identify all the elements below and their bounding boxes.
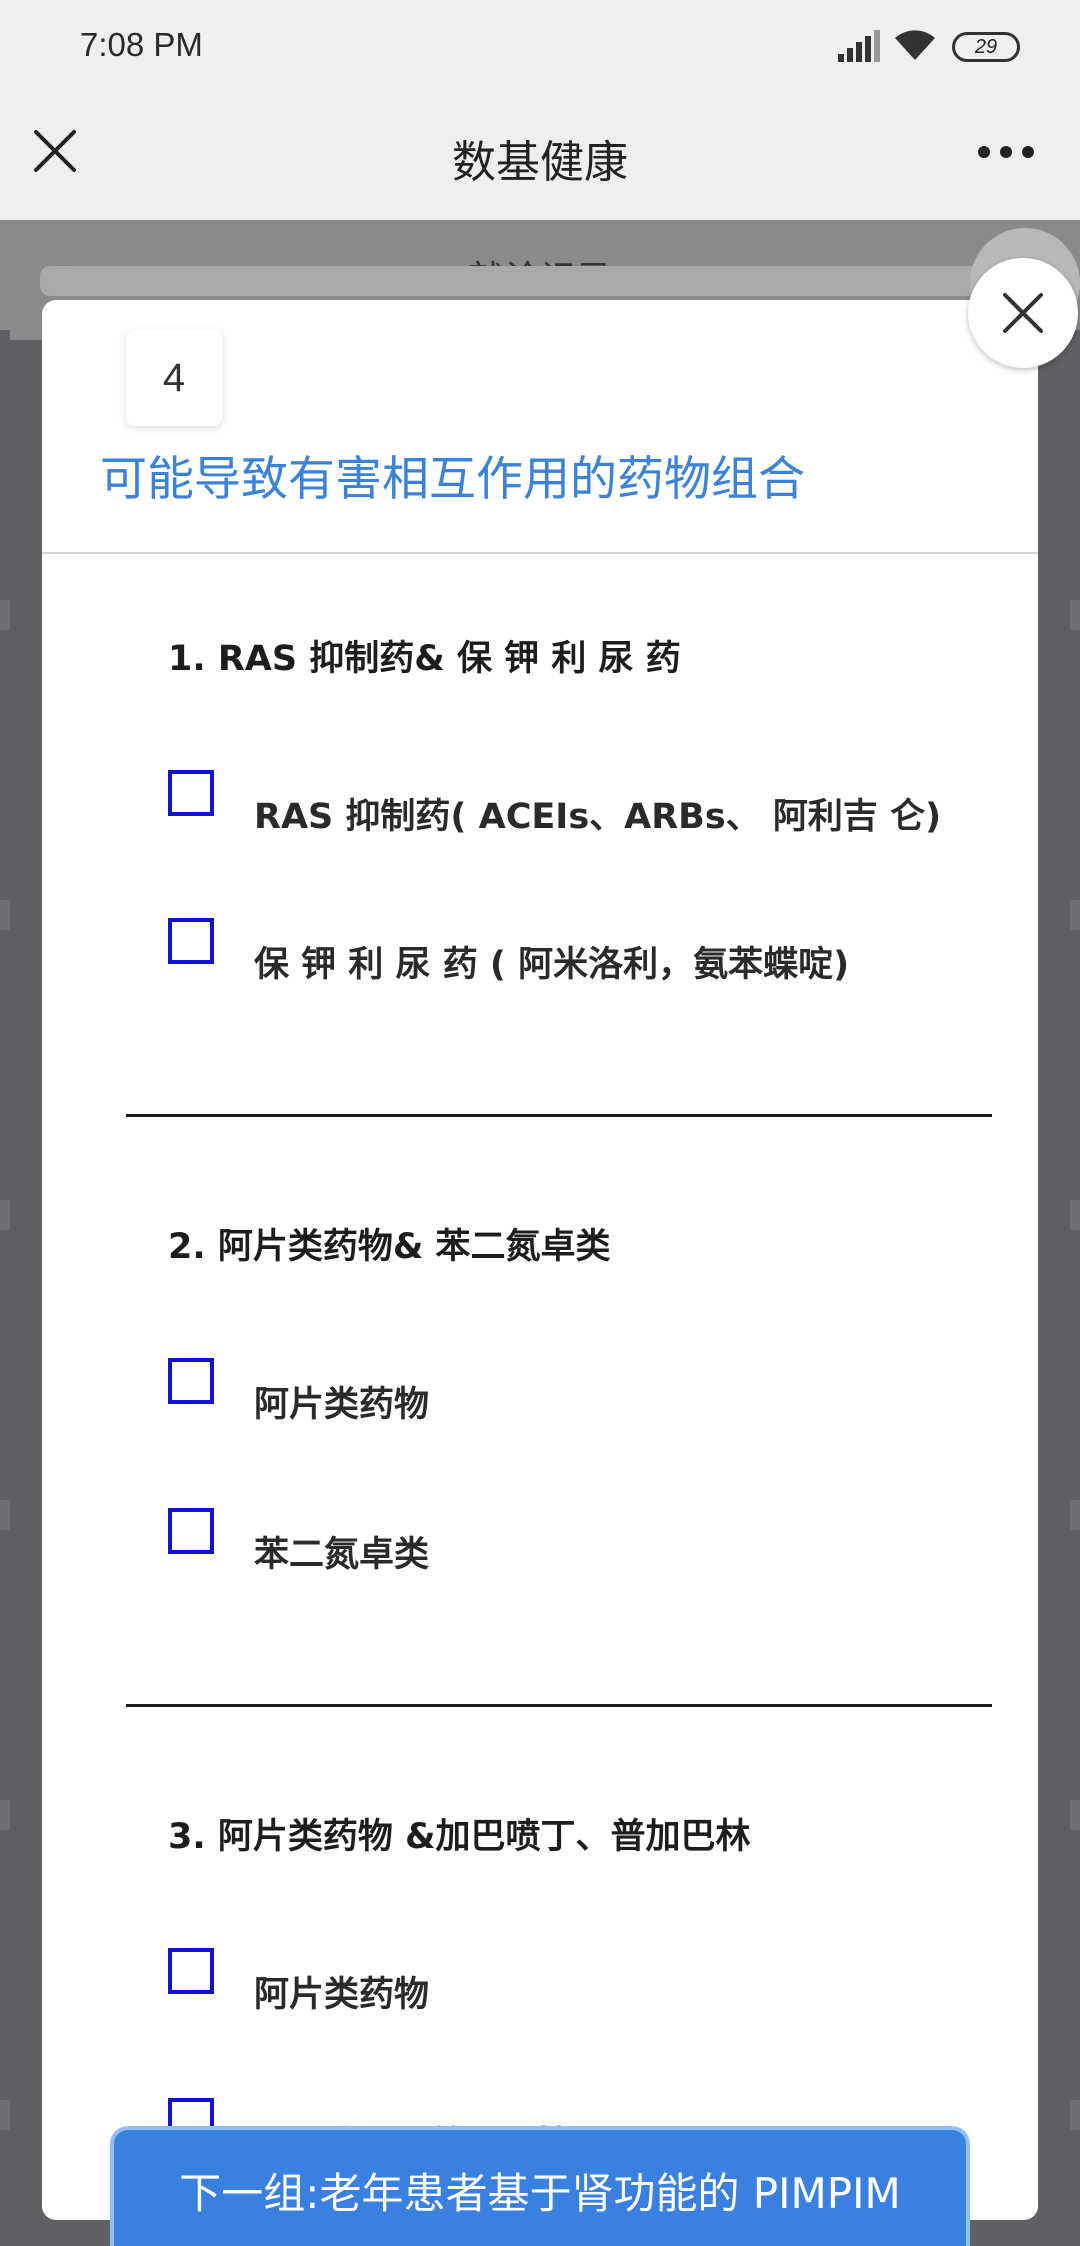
group-title: 3. 阿片类药物 &加巴喷丁、普加巴林 [168, 1817, 751, 1857]
more-icon[interactable] [976, 144, 1036, 160]
app-header: 数基健康 [0, 96, 1080, 220]
checkbox[interactable] [168, 918, 214, 964]
modal-close-button[interactable] [968, 258, 1078, 368]
option-label: 保 钾 利 尿 药 ( 阿米洛利，氨苯蝶啶) [254, 945, 850, 985]
background-edge-left [0, 330, 10, 2230]
page-number-badge: 4 [126, 330, 222, 426]
header-divider [42, 552, 1038, 554]
medication-modal: 4 可能导致有害相互作用的药物组合 1. RAS 抑制药& 保 钾 利 尿 药 … [42, 300, 1038, 2220]
signal-icon [838, 30, 880, 62]
group-title: 2. 阿片类药物& 苯二氮卓类 [168, 1227, 611, 1267]
next-group-button[interactable]: 下一组:老年患者基于肾功能的 PIMPIM [110, 2126, 970, 2246]
group-divider [126, 1704, 992, 1707]
checkbox[interactable] [168, 1358, 214, 1404]
option-label: RAS 抑制药( ACEIs、ARBs、 阿利吉 仑) [254, 797, 942, 837]
option-label: 阿片类药物 [254, 1975, 430, 2015]
battery-icon: 29 [952, 32, 1020, 62]
option-label: 阿片类药物 [254, 1385, 430, 1425]
close-icon [1003, 293, 1043, 333]
background-card [40, 266, 1040, 296]
group-divider [126, 1114, 992, 1117]
app-title: 数基健康 [452, 137, 628, 188]
option-label: 苯二氮卓类 [254, 1535, 430, 1575]
checkbox[interactable] [168, 1508, 214, 1554]
status-time: 7:08 PM [80, 26, 203, 63]
modal-title: 可能导致有害相互作用的药物组合 [100, 452, 805, 507]
checkbox[interactable] [168, 770, 214, 816]
status-bar: 7:08 PM 29 [0, 0, 1080, 96]
background-edge-right [1070, 330, 1080, 2230]
group-title: 1. RAS 抑制药& 保 钾 利 尿 药 [168, 639, 681, 679]
wifi-icon [895, 30, 935, 60]
checkbox[interactable] [168, 1948, 214, 1994]
